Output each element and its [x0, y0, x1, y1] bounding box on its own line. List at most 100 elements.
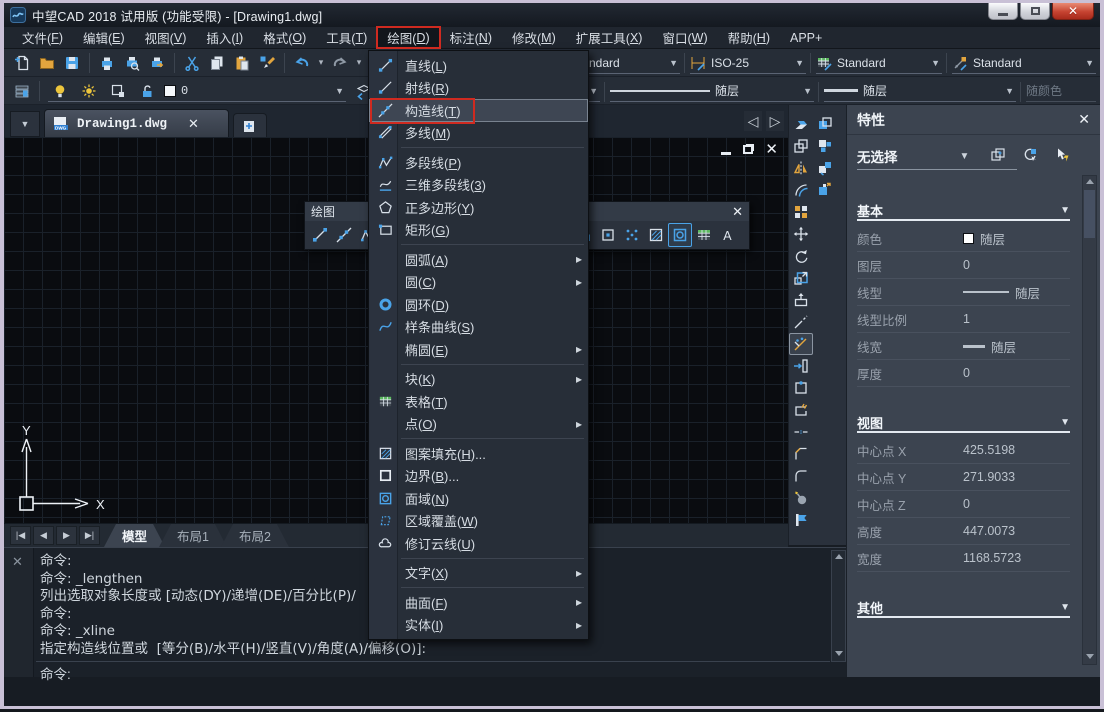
- dropdown-arrow-icon[interactable]: ▾: [353, 57, 365, 68]
- property-value[interactable]: 447.0073: [963, 524, 1015, 538]
- doc-close-icon[interactable]: ✕: [765, 142, 778, 157]
- dropdown-arrow-icon[interactable]: ▾: [315, 57, 327, 68]
- document-list-dropdown[interactable]: ▼: [10, 111, 40, 137]
- cut-icon[interactable]: [180, 51, 204, 75]
- property-value[interactable]: 0: [963, 258, 970, 272]
- properties-section-基本[interactable]: 基本▼: [857, 201, 1070, 221]
- layer-combo[interactable]: 0 ▼: [48, 80, 346, 102]
- stretch-icon[interactable]: [789, 289, 813, 311]
- copy-base-icon[interactable]: [813, 179, 837, 201]
- plot-style-combo[interactable]: 随颜色: [1026, 80, 1096, 102]
- draw-menu-item-点(O)[interactable]: 点(O)▸: [369, 413, 588, 436]
- floating-toolbar-close-icon[interactable]: ✕: [732, 204, 743, 220]
- fillet-icon[interactable]: [789, 465, 813, 487]
- draw-menu-item-圆(C)[interactable]: 圆(C)▸: [369, 271, 588, 294]
- properties-section-视图[interactable]: 视图▼: [857, 413, 1070, 433]
- break-icon[interactable]: [789, 399, 813, 421]
- new-document-button[interactable]: [233, 113, 267, 137]
- property-value[interactable]: 随层: [963, 229, 1005, 248]
- line-icon[interactable]: [308, 223, 332, 247]
- extend-icon[interactable]: [789, 355, 813, 377]
- scroll-down-icon[interactable]: [835, 651, 843, 656]
- draw-menu-item-多线(M)[interactable]: 多线(M): [369, 122, 588, 145]
- rotate-icon[interactable]: [789, 245, 813, 267]
- layer-color-swatch[interactable]: [164, 85, 176, 97]
- menu-item-修改(M)[interactable]: 修改(M): [502, 27, 566, 48]
- scrollbar-thumb[interactable]: [1084, 190, 1095, 238]
- draw-menu-item-修订云线(U)[interactable]: 修订云线(U): [369, 532, 588, 555]
- layout-tab-模型[interactable]: 模型: [104, 524, 165, 547]
- command-close-icon[interactable]: ✕: [12, 554, 23, 570]
- print-preview-icon[interactable]: [120, 51, 144, 75]
- select-new-icon[interactable]: [986, 143, 1010, 167]
- restore-button[interactable]: [1020, 3, 1050, 20]
- draw-menu-item-射线(R)[interactable]: 射线(R): [369, 77, 588, 100]
- erase-icon[interactable]: [789, 113, 813, 135]
- menu-item-编辑(E)[interactable]: 编辑(E): [73, 27, 135, 48]
- scroll-down-icon[interactable]: [1086, 654, 1094, 659]
- paste-icon[interactable]: [230, 51, 254, 75]
- first-tab-button[interactable]: |◀: [10, 526, 31, 545]
- panel-prev-icon[interactable]: ◁: [744, 111, 762, 131]
- mleader-style-combo[interactable]: Standard▼: [952, 52, 1096, 74]
- command-scrollbar[interactable]: [831, 550, 846, 662]
- trim-icon[interactable]: [789, 333, 813, 355]
- last-tab-button[interactable]: ▶|: [79, 526, 100, 545]
- draw-menu-item-三维多段线(3)[interactable]: 三维多段线(3): [369, 174, 588, 197]
- join-icon[interactable]: [789, 421, 813, 443]
- quick-select-icon[interactable]: [1018, 143, 1042, 167]
- draw-menu-item-多段线(P)[interactable]: 多段线(P): [369, 151, 588, 174]
- selection-toggle-icon[interactable]: [1050, 143, 1074, 167]
- close-button[interactable]: ✕: [1052, 3, 1094, 20]
- draw-menu-item-面域(N)[interactable]: 面域(N): [369, 487, 588, 510]
- draw-menu-item-椭圆(E)[interactable]: 椭圆(E)▸: [369, 338, 588, 361]
- menu-item-绘图(D)[interactable]: 绘图(D): [377, 27, 439, 48]
- menu-item-帮助(H)[interactable]: 帮助(H): [718, 27, 780, 48]
- menu-item-格式(O)[interactable]: 格式(O): [253, 27, 316, 48]
- layer-thaw-icon[interactable]: [77, 79, 101, 103]
- copy-object-icon[interactable]: [789, 135, 813, 157]
- region-icon[interactable]: [668, 223, 692, 247]
- explode-icon[interactable]: [789, 487, 813, 509]
- scroll-up-icon[interactable]: [1086, 179, 1094, 184]
- xline-icon[interactable]: [332, 223, 356, 247]
- array-icon[interactable]: [789, 201, 813, 223]
- layout-tab-布局1[interactable]: 布局1: [159, 524, 227, 547]
- mtext-icon[interactable]: A: [716, 223, 740, 247]
- doc-minimize-icon[interactable]: [721, 152, 731, 155]
- doc-restore-icon[interactable]: [743, 145, 753, 154]
- document-close-icon[interactable]: ✕: [188, 116, 199, 132]
- draw-menu-item-图案填充(H)...[interactable]: 图案填充(H)...: [369, 442, 588, 465]
- hatch-icon[interactable]: [644, 223, 668, 247]
- new-file-icon[interactable]: [10, 51, 34, 75]
- draw-menu-item-样条曲线(S)[interactable]: 样条曲线(S): [369, 316, 588, 339]
- break-at-point-icon[interactable]: [789, 377, 813, 399]
- undo-icon[interactable]: [290, 51, 314, 75]
- layer-vp-icon[interactable]: [106, 79, 130, 103]
- draw-menu-item-边界(B)...[interactable]: 边界(B)...: [369, 465, 588, 488]
- properties-header[interactable]: 特性 ✕: [847, 105, 1100, 135]
- properties-close-icon[interactable]: ✕: [1078, 111, 1090, 128]
- mirror-icon[interactable]: [789, 157, 813, 179]
- property-value[interactable]: 1168.5723: [963, 551, 1021, 565]
- match-properties-icon[interactable]: [255, 51, 279, 75]
- paste-clip-icon[interactable]: [813, 135, 837, 157]
- property-value[interactable]: 0: [963, 366, 970, 380]
- table-icon[interactable]: [692, 223, 716, 247]
- collapse-arrow-icon[interactable]: ▼: [1060, 602, 1070, 613]
- collapse-arrow-icon[interactable]: ▼: [1060, 417, 1070, 428]
- layer-on-icon[interactable]: [48, 79, 72, 103]
- table-style-combo[interactable]: Standard▼: [816, 52, 942, 74]
- draw-menu-item-表格(T)[interactable]: 表格(T): [369, 390, 588, 413]
- scroll-up-icon[interactable]: [835, 554, 843, 559]
- lengthen-icon[interactable]: [789, 311, 813, 333]
- draw-menu-item-实体(I)[interactable]: 实体(I)▸: [369, 614, 588, 637]
- command-panel-grip[interactable]: ✕: [4, 548, 34, 677]
- menu-item-标注(N)[interactable]: 标注(N): [440, 27, 502, 48]
- next-tab-button[interactable]: ▶: [56, 526, 77, 545]
- draw-menu-item-区域覆盖(W)[interactable]: 区域覆盖(W): [369, 510, 588, 533]
- copy-icon[interactable]: [205, 51, 229, 75]
- move-icon[interactable]: [789, 223, 813, 245]
- draw-menu-item-圆环(D)[interactable]: 圆环(D): [369, 293, 588, 316]
- menu-item-工具(T)[interactable]: 工具(T): [316, 27, 377, 48]
